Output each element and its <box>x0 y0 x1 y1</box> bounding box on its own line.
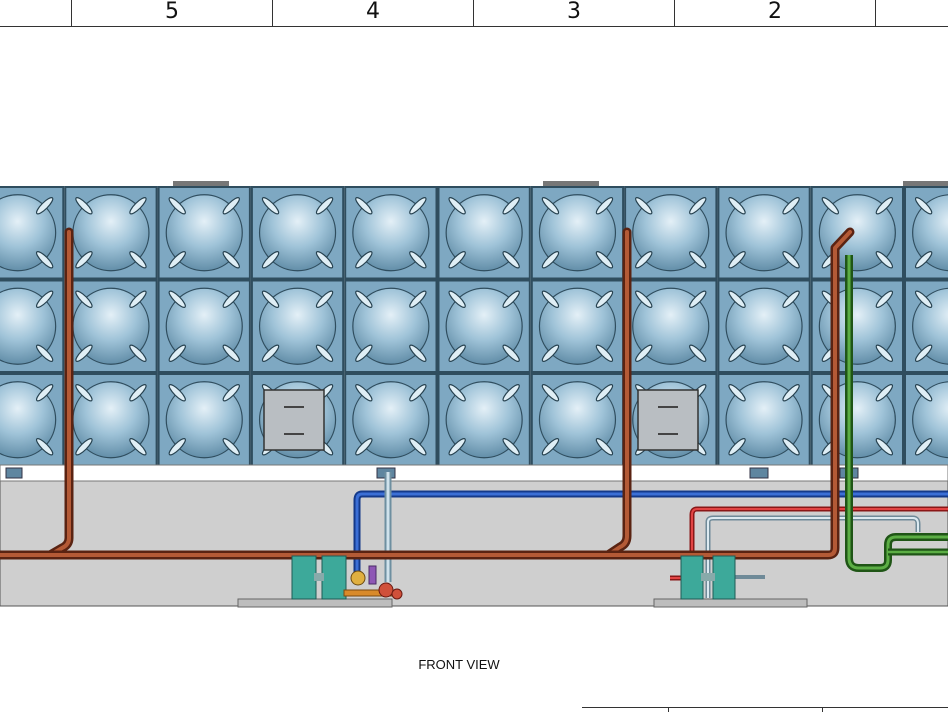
title-block-divider <box>668 708 669 712</box>
tank-panel <box>157 186 251 280</box>
pump-plinth-right <box>653 598 808 608</box>
tank-panels <box>0 186 948 482</box>
tank-panel <box>810 186 905 280</box>
tank-panel <box>250 279 345 373</box>
roof-vent-1 <box>173 181 229 186</box>
title-block <box>582 707 948 712</box>
roof-vent-2 <box>543 181 599 186</box>
tank-panel <box>904 279 948 373</box>
tank-panel <box>64 373 158 467</box>
tank-panel <box>530 373 625 467</box>
tank-panel <box>344 279 438 373</box>
tank-panel <box>810 279 905 373</box>
tank-panel <box>344 186 438 280</box>
tank-panel <box>717 373 811 467</box>
tank-panel <box>437 186 531 280</box>
tank-panel <box>904 186 948 280</box>
tank-panel <box>64 279 158 373</box>
roof-vent-3 <box>903 181 948 186</box>
tank-panel <box>624 186 718 280</box>
tank-panel <box>437 373 531 467</box>
tank-panel <box>810 373 905 467</box>
tank-panel <box>0 186 65 280</box>
tank-panel <box>904 373 948 467</box>
tank-panel <box>0 279 65 373</box>
pump-plinth-left <box>237 598 393 608</box>
inspection-hatch-1 <box>263 389 325 451</box>
tank-panel <box>717 186 811 280</box>
view-label: FRONT VIEW <box>418 657 500 672</box>
title-block-divider <box>822 708 823 712</box>
tank-panel <box>530 279 625 373</box>
tank-panel <box>717 279 811 373</box>
tank-panel <box>157 279 251 373</box>
tank-panel <box>437 279 531 373</box>
tank-base-rail <box>0 464 948 482</box>
tank-panel <box>344 373 438 467</box>
inspection-hatch-2 <box>637 389 699 451</box>
tank-panel <box>64 186 158 280</box>
tank-panel <box>0 373 65 467</box>
tank-panel <box>157 373 251 467</box>
tank-panel <box>530 186 625 280</box>
front-view-drawing <box>0 181 948 608</box>
tank-panel <box>624 279 718 373</box>
tank-panel <box>250 186 345 280</box>
floor-slab <box>0 480 948 607</box>
